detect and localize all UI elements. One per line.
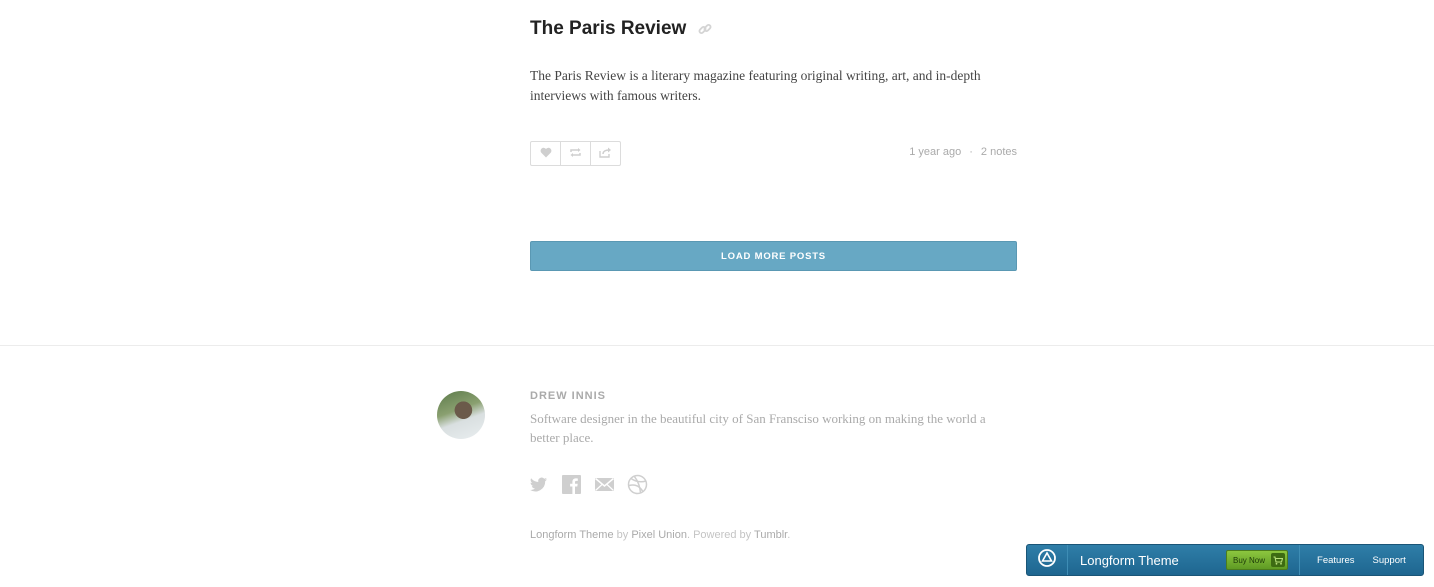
theme-promo-bar: Longform Theme Buy Now Features Support xyxy=(1026,544,1424,576)
theme-credit-link[interactable]: Longform Theme xyxy=(530,529,614,541)
features-link[interactable]: Features xyxy=(1317,555,1355,566)
share-icon xyxy=(599,145,612,163)
like-button[interactable] xyxy=(531,142,561,165)
support-link[interactable]: Support xyxy=(1373,555,1406,566)
post-time[interactable]: 1 year ago xyxy=(909,146,961,158)
footer-divider xyxy=(0,345,1434,346)
share-button[interactable] xyxy=(591,142,620,165)
credits-by: by xyxy=(613,529,632,541)
author-name: DREW INNIS xyxy=(530,390,606,402)
credits-powered: . Powered by xyxy=(686,529,755,541)
author-bio: Software designer in the beautiful city … xyxy=(530,411,986,445)
twitter-icon[interactable] xyxy=(528,474,549,495)
pixel-union-logo-icon xyxy=(1037,548,1057,573)
link-icon[interactable] xyxy=(697,21,713,37)
page: The Paris Review The Paris Review is a l… xyxy=(0,0,1434,587)
post-notes[interactable]: 2 notes xyxy=(981,146,1017,158)
cart-icon xyxy=(1271,553,1286,567)
post-title[interactable]: The Paris Review xyxy=(530,18,686,40)
avatar[interactable] xyxy=(437,391,485,439)
maker-link[interactable]: Pixel Union xyxy=(631,529,687,541)
email-icon[interactable] xyxy=(594,474,615,495)
credits: Longform Theme by Pixel Union. Powered b… xyxy=(530,529,790,541)
buy-now-label: Buy Now xyxy=(1233,555,1266,565)
load-more-button[interactable]: LOAD MORE POSTS xyxy=(530,241,1017,271)
post-title-row: The Paris Review xyxy=(530,18,713,40)
credits-end: . xyxy=(787,529,791,541)
meta-separator: · xyxy=(969,146,973,158)
social-links xyxy=(528,474,648,495)
theme-logo[interactable] xyxy=(1027,545,1068,575)
post-actions xyxy=(530,141,621,166)
theme-name: Longform Theme xyxy=(1080,552,1179,568)
dribbble-icon[interactable] xyxy=(627,474,648,495)
post-meta: 1 year ago · 2 notes xyxy=(909,146,1017,158)
facebook-icon[interactable] xyxy=(561,474,582,495)
reblog-icon xyxy=(569,145,582,163)
buy-now-button[interactable]: Buy Now xyxy=(1226,550,1289,570)
heart-icon xyxy=(540,145,552,163)
bar-divider xyxy=(1299,545,1301,575)
platform-link[interactable]: Tumblr xyxy=(754,529,787,541)
reblog-button[interactable] xyxy=(561,142,591,165)
post-body: The Paris Review is a literary magazine … xyxy=(530,68,981,103)
